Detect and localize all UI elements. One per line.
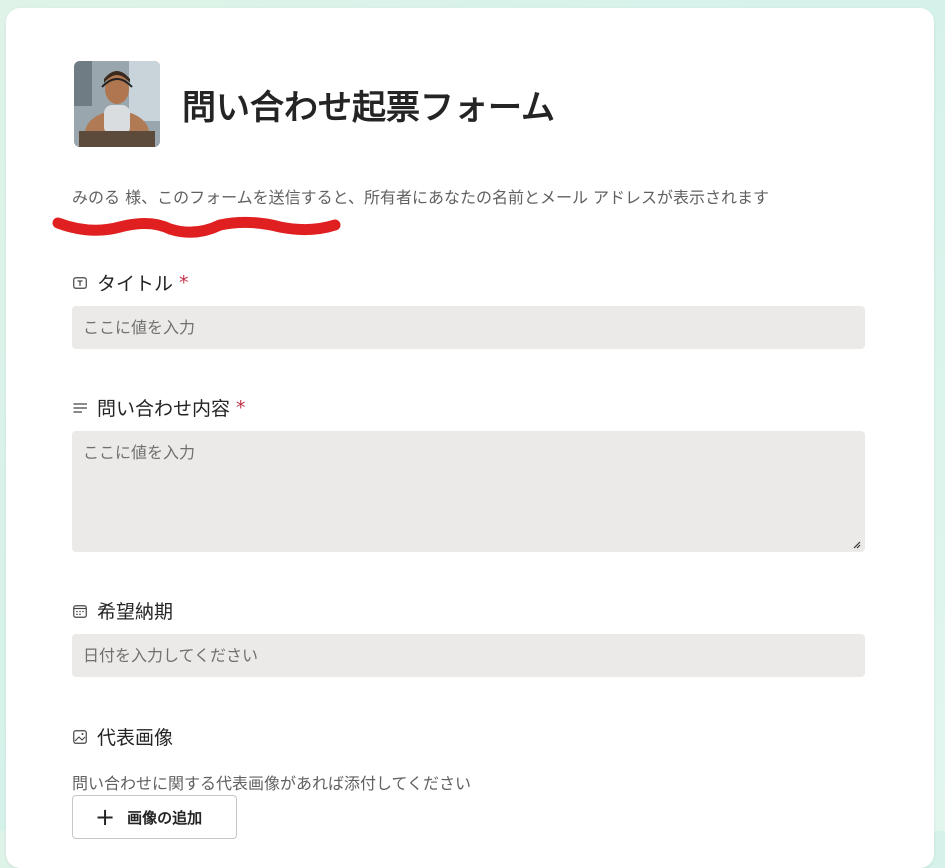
form-card: 問い合わせ起票フォーム みのる 様、このフォームを送信すると、所有者にあなたの名… (6, 8, 934, 868)
privacy-notice: みのる 様、このフォームを送信すると、所有者にあなたの名前とメール アドレスが表… (72, 188, 770, 207)
title-input-placeholder: ここに値を入力 (83, 318, 196, 337)
due-date-input[interactable]: 日付を入力してください (72, 634, 865, 677)
add-image-button[interactable]: + 画像の追加 (72, 795, 237, 839)
resize-handle-icon[interactable] (852, 540, 861, 549)
form-title: 問い合わせ起票フォーム (182, 87, 555, 128)
form-header: 問い合わせ起票フォーム (74, 61, 555, 147)
required-mark: * (236, 396, 246, 419)
required-mark: * (179, 271, 189, 294)
text-lines-icon (72, 400, 88, 416)
due-date-field-label: 希望納期 (72, 597, 173, 624)
form-avatar-image (74, 61, 160, 147)
due-date-input-placeholder: 日付を入力してください (83, 646, 259, 665)
redaction-mark (52, 216, 341, 238)
add-image-button-label: 画像の追加 (127, 808, 203, 827)
title-field-label: タイトル * (72, 269, 189, 296)
calendar-icon (72, 603, 88, 619)
content-textarea[interactable]: ここに値を入力 (72, 431, 865, 552)
image-help-text: 問い合わせに関する代表画像があれば添付してください (72, 774, 472, 793)
text-box-icon (72, 275, 88, 291)
title-input[interactable]: ここに値を入力 (72, 306, 865, 349)
image-label-text: 代表画像 (97, 727, 174, 749)
content-textarea-placeholder: ここに値を入力 (83, 443, 196, 462)
content-field-label: 問い合わせ内容 * (72, 394, 246, 421)
image-icon (72, 729, 88, 745)
content-label-text: 問い合わせ内容 (97, 398, 231, 420)
plus-icon: + (95, 803, 116, 831)
title-label-text: タイトル (97, 273, 174, 295)
due-date-label-text: 希望納期 (97, 601, 174, 623)
image-field-label: 代表画像 (72, 723, 173, 750)
